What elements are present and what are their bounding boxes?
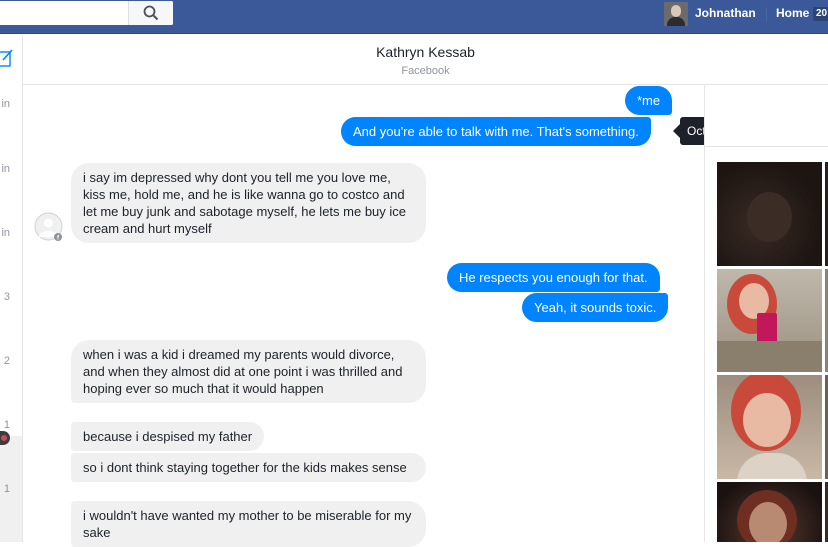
- profile-name: Johnathan: [695, 6, 756, 20]
- search-button[interactable]: [128, 1, 173, 25]
- shared-photo[interactable]: [717, 162, 822, 266]
- home-link[interactable]: Home: [776, 6, 809, 20]
- incoming-message[interactable]: i wouldn't have wanted my mother to be m…: [71, 501, 426, 547]
- home-badge: 20: [813, 7, 828, 21]
- incoming-message[interactable]: when i was a kid i dreamed my parents wo…: [71, 340, 426, 403]
- shared-photo[interactable]: [717, 375, 822, 479]
- shared-photo[interactable]: [717, 482, 822, 542]
- compose-icon[interactable]: [0, 48, 14, 70]
- conversation-time[interactable]: in: [1, 98, 10, 110]
- panel-divider: [705, 146, 828, 147]
- conversation-time[interactable]: in: [1, 227, 10, 239]
- shared-photo[interactable]: [717, 269, 822, 372]
- nav-divider: [766, 7, 767, 21]
- outgoing-message[interactable]: *me: [625, 86, 673, 115]
- contact-avatar-icon: f: [34, 212, 63, 241]
- tooltip-arrow: [673, 124, 680, 138]
- avatar: [664, 2, 688, 26]
- shared-photos-panel: [704, 85, 828, 542]
- conversation-list: in in in 3 2 1 1: [0, 35, 23, 542]
- incoming-message[interactable]: because i despised my father: [71, 422, 265, 451]
- conversation-time[interactable]: in: [1, 163, 10, 175]
- outgoing-message[interactable]: And you're able to talk with me. That's …: [341, 117, 651, 146]
- contact-subtitle: Facebook: [401, 65, 450, 77]
- conversation-header: Kathryn Kessab Facebook: [23, 35, 828, 85]
- top-nav-bar: Johnathan Home 20: [0, 0, 828, 34]
- incoming-message[interactable]: so i dont think staying together for the…: [71, 453, 426, 482]
- conversation-time[interactable]: 1: [4, 483, 10, 495]
- conversation-time[interactable]: 2: [4, 355, 10, 367]
- outgoing-message[interactable]: Yeah, it sounds toxic.: [522, 293, 669, 322]
- contact-name[interactable]: Kathryn Kessab: [23, 44, 828, 60]
- outgoing-message[interactable]: He respects you enough for that.: [447, 263, 660, 292]
- incoming-message[interactable]: i say im depressed why dont you tell me …: [71, 163, 426, 243]
- conversation-time[interactable]: 3: [4, 291, 10, 303]
- search-icon: [143, 5, 159, 21]
- search-input[interactable]: [0, 1, 128, 25]
- conversation-time[interactable]: 1: [4, 419, 10, 431]
- search-box: [0, 1, 173, 25]
